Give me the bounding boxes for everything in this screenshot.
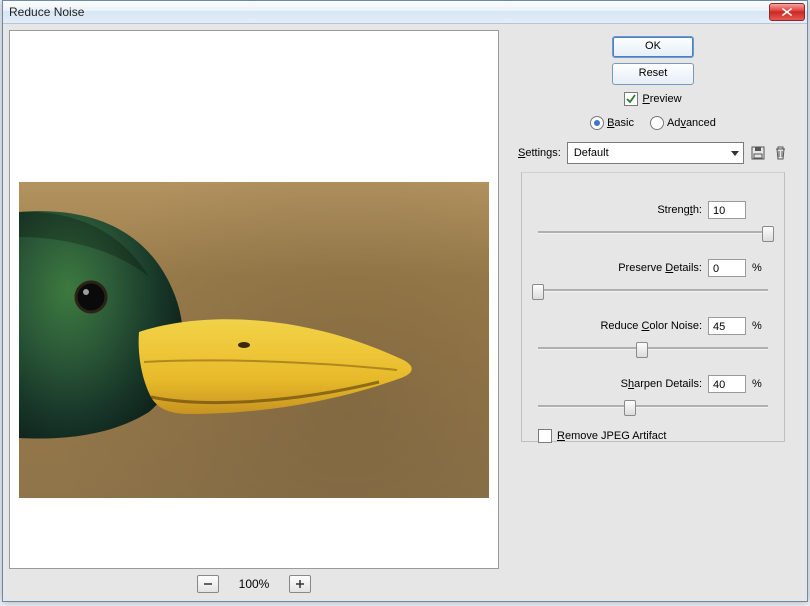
slider-thumb[interactable] bbox=[762, 226, 774, 242]
remove-jpeg-label: Remove JPEG Artifact bbox=[557, 430, 666, 442]
strength-slider[interactable] bbox=[538, 225, 768, 239]
sharpen-slider-block: Sharpen Details: 40 % bbox=[538, 375, 768, 413]
sharpen-input[interactable]: 40 bbox=[708, 375, 746, 393]
remove-jpeg-checkbox[interactable] bbox=[538, 429, 552, 443]
colornoise-label: Reduce Color Noise: bbox=[600, 320, 702, 332]
colornoise-slider-block: Reduce Color Noise: 45 % bbox=[538, 317, 768, 355]
settings-row: Settings: Default bbox=[518, 142, 788, 164]
settings-dropdown[interactable]: Default bbox=[567, 142, 744, 164]
parameters-group: Strength: 10 Preserve Details: 0 % bbox=[521, 172, 785, 442]
strength-label: Strength: bbox=[657, 204, 702, 216]
preview-checkbox[interactable] bbox=[624, 92, 638, 106]
zoom-in-button[interactable] bbox=[289, 575, 311, 593]
titlebar: Reduce Noise bbox=[3, 1, 807, 24]
preview-checkbox-label: Preview bbox=[642, 93, 681, 105]
reduce-noise-dialog: Reduce Noise bbox=[2, 0, 808, 602]
slider-thumb[interactable] bbox=[624, 400, 636, 416]
delete-preset-button[interactable] bbox=[772, 145, 788, 161]
ok-button[interactable]: OK bbox=[612, 36, 694, 58]
basic-radio[interactable]: Basic bbox=[590, 116, 634, 130]
zoom-out-button[interactable] bbox=[197, 575, 219, 593]
window-title: Reduce Noise bbox=[9, 5, 84, 19]
slider-thumb[interactable] bbox=[532, 284, 544, 300]
basic-radio-label: Basic bbox=[607, 117, 634, 129]
check-icon bbox=[626, 94, 636, 104]
preserve-label: Preserve Details: bbox=[618, 262, 702, 274]
mode-radio-group: Basic Advanced bbox=[590, 116, 716, 130]
close-button[interactable] bbox=[769, 3, 805, 21]
sharpen-unit: % bbox=[752, 378, 768, 390]
plus-icon bbox=[296, 580, 304, 588]
advanced-radio-label: Advanced bbox=[667, 117, 716, 129]
preview-image bbox=[19, 182, 489, 498]
floppy-icon bbox=[751, 146, 765, 160]
colornoise-slider[interactable] bbox=[538, 341, 768, 355]
trash-icon bbox=[774, 146, 787, 160]
reset-button[interactable]: Reset bbox=[612, 63, 694, 85]
zoom-bar: 100% bbox=[9, 569, 499, 595]
zoom-level: 100% bbox=[239, 577, 270, 591]
radio-dot-icon bbox=[590, 116, 604, 130]
dialog-body: 100% OK Reset Preview Basic bbox=[3, 24, 807, 601]
preserve-slider-block: Preserve Details: 0 % bbox=[538, 259, 768, 297]
save-preset-button[interactable] bbox=[750, 145, 766, 161]
strength-input[interactable]: 10 bbox=[708, 201, 746, 219]
chevron-down-icon bbox=[731, 151, 739, 156]
colornoise-input[interactable]: 45 bbox=[708, 317, 746, 335]
preserve-input[interactable]: 0 bbox=[708, 259, 746, 277]
sharpen-label: Sharpen Details: bbox=[621, 378, 702, 390]
preview-frame[interactable] bbox=[9, 30, 499, 569]
radio-dot-icon bbox=[650, 116, 664, 130]
preview-panel: 100% bbox=[9, 30, 499, 595]
sharpen-slider[interactable] bbox=[538, 399, 768, 413]
minus-icon bbox=[204, 580, 212, 588]
strength-slider-block: Strength: 10 bbox=[538, 201, 768, 239]
close-icon bbox=[782, 8, 792, 16]
slider-thumb[interactable] bbox=[636, 342, 648, 358]
preserve-unit: % bbox=[752, 262, 768, 274]
preview-checkbox-row: Preview bbox=[624, 92, 681, 106]
settings-label: Settings: bbox=[518, 147, 561, 159]
advanced-radio[interactable]: Advanced bbox=[650, 116, 716, 130]
preview-subject-duck bbox=[19, 182, 449, 498]
colornoise-unit: % bbox=[752, 320, 768, 332]
remove-jpeg-row: Remove JPEG Artifact bbox=[538, 429, 768, 443]
preserve-slider[interactable] bbox=[538, 283, 768, 297]
controls-panel: OK Reset Preview Basic Advanced S bbox=[505, 30, 801, 595]
settings-dropdown-value: Default bbox=[574, 147, 609, 159]
